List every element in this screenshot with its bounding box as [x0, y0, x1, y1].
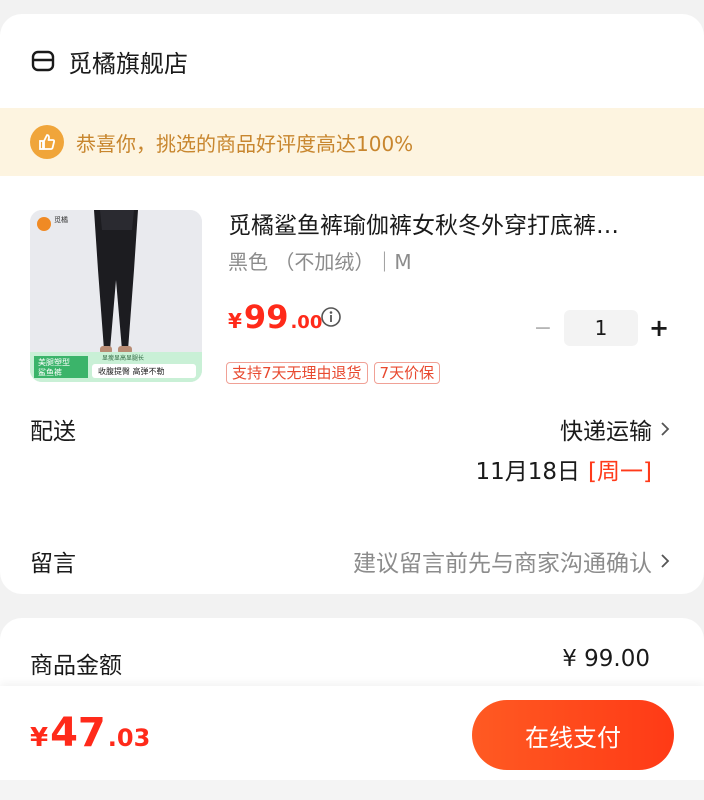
image-text-bottom: 收腹提臀 高弹不勒 — [98, 366, 165, 376]
delivery-method: 快递运输 — [560, 419, 652, 445]
product-title[interactable]: 觅橘鲨鱼裤瑜伽裤女秋冬外穿打底裤… — [228, 206, 674, 240]
rating-banner: 恭喜你，挑选的商品好评度高达100% — [0, 108, 704, 176]
message-placeholder: 建议留言前先与商家沟通确认 — [353, 551, 652, 577]
product-image[interactable]: 觅橘 美腿塑型 鲨鱼裤 显瘦显高显腿长 收腹提臀 高弹不勒 — [30, 210, 202, 382]
price-integer: 99 — [243, 298, 289, 336]
banner-text: 恭喜你，挑选的商品好评度高达100% — [76, 131, 414, 156]
total-integer: 47 — [50, 710, 106, 756]
service-tags: 支持7天无理由退货 7天价保 — [226, 362, 446, 384]
tag-price-protection: 7天价保 — [373, 362, 441, 384]
delivery-date-row: 11月18日 [周一] — [476, 452, 653, 486]
delivery-method-selector[interactable]: 快递运输 — [560, 412, 672, 446]
image-text-left-1: 美腿塑型 — [38, 357, 70, 367]
bottom-strip — [0, 780, 704, 800]
store-icon — [31, 50, 55, 72]
image-text-left-2: 鲨鱼裤 — [38, 367, 62, 377]
decrease-button[interactable]: − — [530, 316, 556, 341]
message-label: 留言 — [30, 551, 76, 577]
product-price: ¥ 99 .00 — [228, 298, 322, 336]
image-brand: 觅橘 — [54, 215, 68, 224]
price-decimal: .00 — [290, 312, 323, 333]
info-icon[interactable] — [320, 306, 342, 328]
store-name: 觅橘旗舰店 — [68, 49, 188, 78]
total-price: ¥ 47 .03 — [30, 710, 150, 756]
total-decimal: .03 — [107, 724, 151, 752]
quantity-input[interactable]: 1 — [564, 310, 638, 346]
chevron-right-icon — [661, 554, 670, 568]
amount-value: ¥ 99.00 — [562, 646, 650, 672]
price-currency: ¥ — [228, 309, 242, 333]
delivery-date: 11月18日 — [475, 459, 581, 485]
pay-button[interactable]: 在线支付 — [472, 700, 674, 770]
total-currency: ¥ — [30, 723, 49, 753]
image-text-top: 显瘦显高显腿长 — [102, 354, 144, 362]
amount-label: 商品金额 — [30, 653, 122, 679]
tag-return-policy: 支持7天无理由退货 — [226, 362, 368, 384]
product-spec[interactable]: 黑色 （不加绒）｜M — [228, 246, 412, 275]
message-field[interactable]: 建议留言前先与商家沟通确认 — [353, 544, 672, 578]
order-card: 觅橘旗舰店 恭喜你，挑选的商品好评度高达100% 觅橘 美腿塑型 鲨鱼裤 显瘦显… — [0, 14, 704, 594]
thumbs-up-icon — [30, 125, 64, 159]
chevron-right-icon — [661, 422, 670, 436]
delivery-weekday: [周一] — [588, 459, 652, 485]
increase-button[interactable]: + — [646, 314, 672, 342]
quantity-stepper: − 1 + — [530, 310, 672, 346]
delivery-label: 配送 — [30, 419, 76, 445]
store-row[interactable]: 觅橘旗舰店 — [30, 44, 188, 78]
